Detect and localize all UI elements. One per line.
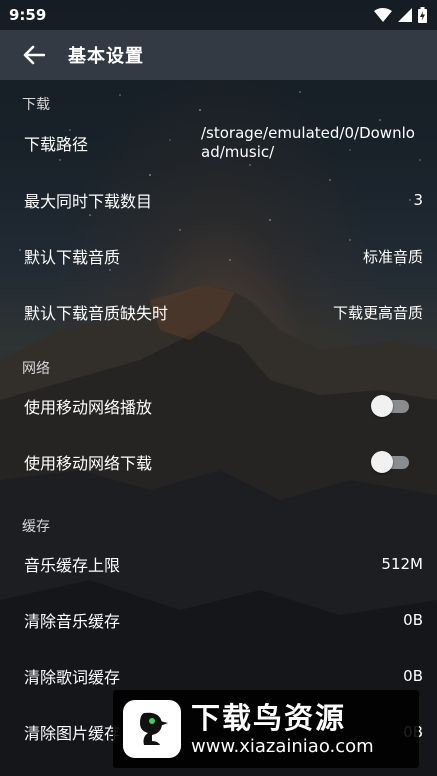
setting-mobile-download[interactable]: 使用移动网络下载: [0, 434, 437, 490]
setting-mobile-play[interactable]: 使用移动网络播放: [0, 378, 437, 434]
setting-label: 默认下载音质: [24, 248, 121, 267]
toggle-thumb: [371, 451, 393, 473]
back-button[interactable]: [12, 33, 56, 77]
app-toolbar: 基本设置: [0, 30, 437, 80]
setting-clear-music-cache[interactable]: 清除音乐缓存 0B: [0, 592, 437, 648]
setting-cache-limit[interactable]: 音乐缓存上限 512M: [0, 536, 437, 592]
setting-value: 3: [413, 191, 423, 209]
cell-signal-icon: [398, 8, 412, 22]
setting-label: 清除图片缓存: [24, 724, 121, 743]
status-icons: [374, 7, 427, 23]
setting-value: 0B: [403, 667, 423, 685]
bird-logo-icon: [123, 700, 181, 758]
setting-label: 使用移动网络播放: [24, 398, 153, 417]
watermark-url: www.xiazainiao.com: [191, 736, 374, 757]
setting-label: 使用移动网络下载: [24, 454, 153, 473]
section-header-network: 网络: [22, 361, 50, 377]
settings-list: 下载 下载路径 /storage/emulated/0/Download/mus…: [0, 80, 437, 760]
section-header-download: 下载: [22, 97, 50, 113]
setting-label: 最大同时下载数目: [24, 192, 153, 211]
setting-label: 下载路径: [24, 135, 89, 154]
watermark-title: 下载鸟资源: [191, 701, 347, 735]
watermark-overlay: 下载鸟资源 www.xiazainiao.com: [113, 690, 419, 768]
setting-download-path[interactable]: 下载路径 /storage/emulated/0/Download/music/: [0, 114, 437, 172]
status-bar: 9:59: [0, 0, 437, 30]
setting-label: 清除歌词缓存: [24, 668, 121, 687]
setting-label: 清除音乐缓存: [24, 612, 121, 631]
setting-value: 下载更高音质: [332, 303, 423, 322]
toggle-thumb: [371, 395, 393, 417]
setting-quality-fallback[interactable]: 默认下载音质缺失时 下载更高音质: [0, 284, 437, 340]
setting-max-downloads[interactable]: 最大同时下载数目 3: [0, 172, 437, 228]
setting-value: /storage/emulated/0/Download/music/: [201, 124, 415, 161]
setting-label: 音乐缓存上限: [24, 556, 121, 575]
battery-charging-icon: [418, 7, 427, 23]
status-time: 9:59: [9, 6, 47, 24]
setting-value: 512M: [381, 555, 423, 573]
section-header-cache: 缓存: [22, 519, 50, 535]
setting-value: 0B: [403, 611, 423, 629]
page-title: 基本设置: [68, 46, 144, 67]
wifi-icon: [374, 8, 392, 22]
setting-label: 默认下载音质缺失时: [24, 304, 169, 323]
mobile-download-toggle[interactable]: [371, 450, 411, 474]
arrow-left-icon: [23, 45, 45, 65]
mobile-play-toggle[interactable]: [371, 394, 411, 418]
setting-default-quality[interactable]: 默认下载音质 标准音质: [0, 228, 437, 284]
setting-value: 标准音质: [362, 247, 423, 266]
